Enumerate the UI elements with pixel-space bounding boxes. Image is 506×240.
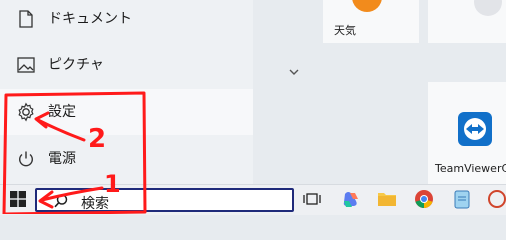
start-menu-item-documents[interactable]: ドキュメント — [0, 0, 253, 42]
annotation-label-2: 2 — [88, 124, 107, 154]
gear-icon — [15, 101, 37, 123]
chevron-down-icon[interactable] — [286, 64, 302, 78]
start-menu-item-power[interactable]: 電源 — [0, 136, 253, 182]
start-menu-item-label: ピクチャ — [48, 57, 104, 73]
start-menu-item-settings[interactable]: 設定 — [0, 89, 253, 135]
weather-tile[interactable]: 天気 — [323, 0, 419, 43]
teamviewer-icon — [458, 112, 492, 146]
picture-icon — [15, 54, 37, 76]
teamviewer-tile-label: TeamViewerC — [435, 162, 506, 175]
power-icon — [15, 148, 37, 170]
search-icon — [53, 193, 69, 209]
start-menu-left-column: ドキュメント ピクチャ 設定 電源 — [0, 0, 253, 184]
teamviewer-tile[interactable]: TeamViewerC — [428, 82, 506, 184]
weather-tile-label: 天気 — [334, 24, 356, 37]
weather-sun-icon — [352, 0, 382, 12]
chrome-icon[interactable] — [413, 188, 435, 210]
windows-start-icon[interactable] — [7, 188, 29, 210]
search-input[interactable]: 検索 — [35, 188, 294, 212]
document-icon — [15, 8, 37, 30]
app-icon — [474, 0, 502, 16]
task-view-icon[interactable] — [301, 188, 323, 210]
copilot-icon[interactable] — [340, 188, 362, 210]
notepad-icon[interactable] — [451, 188, 473, 210]
start-menu-item-label: ドキュメント — [48, 11, 132, 27]
start-menu-item-label: 電源 — [48, 151, 76, 167]
app-tile-top-right[interactable] — [428, 0, 506, 43]
start-menu-item-pictures[interactable]: ピクチャ — [0, 42, 253, 88]
app-icon[interactable] — [486, 188, 506, 210]
start-menu-item-label: 設定 — [48, 104, 76, 120]
file-explorer-icon[interactable] — [376, 188, 398, 210]
annotation-label-1: 1 — [104, 170, 121, 198]
